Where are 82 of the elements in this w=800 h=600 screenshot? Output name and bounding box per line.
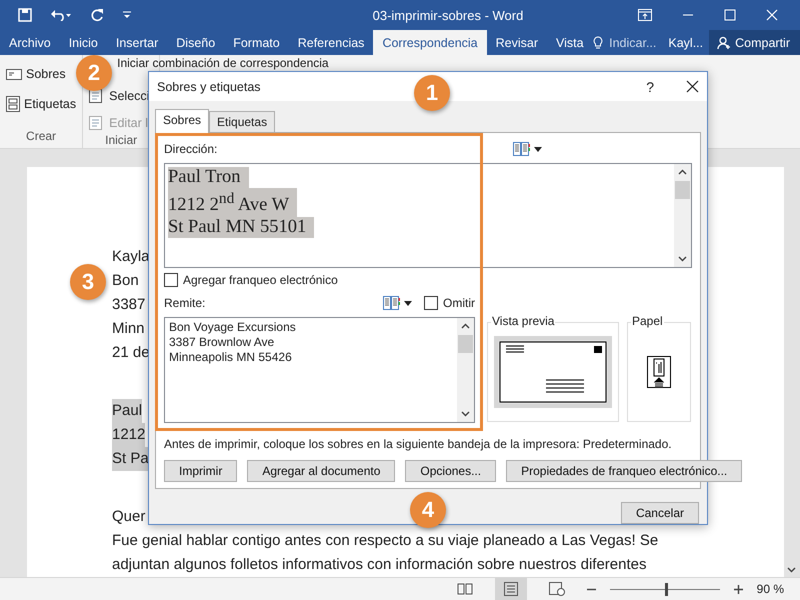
zoom-thumb[interactable] bbox=[664, 582, 668, 596]
group-label: Iniciar bbox=[104, 133, 138, 149]
scrollbar[interactable] bbox=[674, 164, 691, 268]
redo-icon[interactable] bbox=[90, 8, 104, 22]
user-name[interactable]: Kayl... bbox=[662, 36, 710, 50]
customize-icon[interactable] bbox=[122, 11, 132, 19]
envelope-preview-drawing[interactable] bbox=[494, 336, 612, 408]
postage-checkbox[interactable]: Agregar franqueo electrónico bbox=[164, 273, 475, 288]
ribbon-tab[interactable]: Revisar bbox=[486, 30, 548, 55]
undo-icon[interactable] bbox=[50, 9, 72, 21]
address-field[interactable]: Paul Tron 1212 2$^{nd}$ Ave W St Paul MN 55101 bbox=[164, 163, 692, 268]
address-label: Dirección: bbox=[164, 142, 218, 156]
ribbon-command[interactable]: Etiquetas bbox=[6, 94, 76, 114]
document-text: St Pa bbox=[112, 447, 149, 471]
caret-icon[interactable] bbox=[404, 300, 412, 306]
ribbon-command[interactable]: Iniciar combinación de correspondencia bbox=[117, 56, 329, 69]
print-layout-icon[interactable] bbox=[504, 582, 518, 596]
scrollbar-thumb[interactable] bbox=[675, 181, 690, 200]
document-text: Quer bbox=[112, 507, 146, 527]
ribbon-command[interactable]: Sobres bbox=[6, 64, 76, 84]
save-icon[interactable] bbox=[18, 8, 32, 22]
document-text: Fue genial hablar contigo antes con respecto a su viaje planeado a Las Vegas! Se bbox=[112, 531, 658, 551]
chevron-down-icon[interactable] bbox=[461, 411, 470, 418]
caret-icon[interactable] bbox=[534, 146, 542, 152]
scrollbar-thumb[interactable] bbox=[458, 335, 473, 354]
document-text: 3387 bbox=[112, 295, 146, 315]
maximize-icon[interactable] bbox=[724, 9, 736, 21]
web-layout-icon[interactable] bbox=[548, 582, 565, 596]
return-address-line: Bon Voyage Excursions bbox=[169, 320, 297, 336]
zoom-in-icon[interactable] bbox=[734, 584, 743, 594]
tell-me-field[interactable]: Indicar... bbox=[603, 36, 662, 50]
ribbon-tab[interactable]: Archivo bbox=[0, 30, 60, 55]
return-address-line: Minneapolis MN 55426 bbox=[169, 350, 293, 366]
chevron-up-icon[interactable] bbox=[678, 169, 687, 176]
lightbulb-icon bbox=[593, 36, 604, 50]
ribbon-tab[interactable]: Referencias bbox=[288, 30, 374, 55]
preview-label: Vista previa bbox=[491, 314, 556, 328]
return-address-label: Remite: bbox=[164, 296, 206, 310]
ribbon-display-icon[interactable] bbox=[638, 9, 652, 21]
address-book-icon[interactable] bbox=[383, 296, 400, 310]
chevron-up-icon[interactable] bbox=[461, 323, 470, 330]
read-mode-icon[interactable] bbox=[456, 583, 473, 595]
share-button[interactable]: Compartir bbox=[709, 30, 800, 55]
zoom-level[interactable]: 90 % bbox=[756, 582, 784, 596]
omit-checkbox[interactable]: Omitir bbox=[424, 296, 475, 310]
address-book-icon[interactable] bbox=[513, 142, 530, 156]
chevron-down-icon[interactable] bbox=[678, 256, 687, 262]
document-text: Bon bbox=[112, 271, 139, 291]
ribbon-tab[interactable]: Diseño bbox=[167, 30, 224, 55]
close-icon[interactable] bbox=[686, 80, 699, 94]
dialog-button[interactable]: Opciones... bbox=[405, 460, 496, 482]
ribbon-tab[interactable]: Vista bbox=[547, 30, 593, 55]
paper-feed-drawing[interactable] bbox=[647, 356, 671, 388]
ribbon-tab[interactable]: Insertar bbox=[106, 30, 168, 55]
document-text: Paul bbox=[112, 399, 142, 423]
document-text: 1212 bbox=[112, 423, 146, 447]
document-text: Minn bbox=[112, 319, 145, 339]
window-title: 03-imprimir-sobres - Word bbox=[372, 8, 524, 22]
printer-note: Antes de imprimir, coloque los sobres en la siguiente bandeja de la impresora: Predeterminado. bbox=[164, 437, 673, 452]
dialog-tab[interactable]: Sobres bbox=[155, 109, 210, 134]
group-label: Crear bbox=[25, 129, 58, 145]
cancel-button[interactable]: Cancelar bbox=[620, 502, 699, 524]
dialog-button[interactable]: Agregar al documento bbox=[247, 460, 396, 482]
document-text: 21 de bbox=[112, 343, 150, 363]
chevron-down-icon[interactable] bbox=[787, 567, 796, 573]
paper-label: Papel bbox=[631, 314, 664, 328]
return-address-line: 3387 Brownlow Ave bbox=[169, 335, 276, 350]
dialog-title: Sobres y etiquetas bbox=[157, 80, 261, 94]
return-address-field[interactable]: Bon Voyage Excursions 3387 Brownlow Ave Minneapolis MN 55426 bbox=[164, 317, 475, 424]
ribbon-tab[interactable]: Formato bbox=[224, 30, 289, 55]
dialog-tab[interactable]: Etiquetas bbox=[209, 111, 276, 132]
envelope-icon bbox=[6, 68, 22, 80]
labels-icon bbox=[6, 96, 20, 112]
ribbon-tab[interactable]: Inicio bbox=[60, 30, 107, 55]
document-text: Kayla bbox=[112, 247, 150, 267]
dialog-button[interactable]: Propiedades de franqueo electrónico... bbox=[506, 460, 742, 482]
document-text: adjuntan algunos folletos informativos con información sobre nuestros diferentes bbox=[112, 555, 646, 575]
ribbon-tab[interactable]: Correspondencia bbox=[373, 30, 487, 55]
person-add-icon bbox=[717, 36, 732, 50]
help-button[interactable]: ? bbox=[646, 78, 654, 95]
scrollbar[interactable] bbox=[457, 318, 474, 422]
dialog-button[interactable]: Imprimir bbox=[164, 460, 238, 482]
